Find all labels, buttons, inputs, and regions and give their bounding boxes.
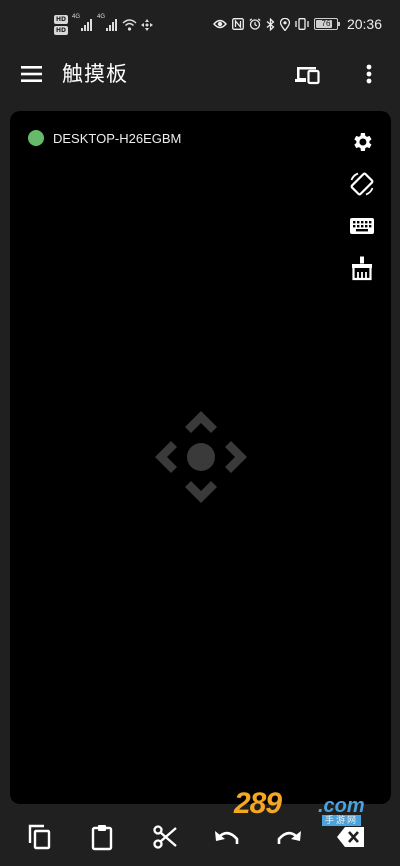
signal-icon bbox=[81, 19, 93, 31]
watermark-number: 289 bbox=[234, 787, 282, 820]
connection-status-dot bbox=[28, 130, 44, 146]
paste-button[interactable] bbox=[87, 822, 117, 852]
more-options-button[interactable] bbox=[356, 59, 382, 89]
status-bar: HD HD 4G 4G 76 20:36 bbox=[0, 0, 400, 46]
keyboard-icon bbox=[350, 218, 374, 234]
wifi-icon bbox=[122, 19, 137, 31]
menu-icon bbox=[21, 66, 42, 82]
settings-button[interactable] bbox=[347, 127, 377, 157]
cut-icon bbox=[153, 825, 177, 849]
devices-button[interactable] bbox=[292, 59, 322, 89]
redo-icon bbox=[277, 831, 301, 844]
rotate-screen-button[interactable] bbox=[347, 169, 377, 199]
network-label: 4G bbox=[97, 14, 106, 20]
alarm-icon bbox=[249, 18, 261, 30]
settings-icon bbox=[354, 133, 372, 151]
paste-icon bbox=[91, 825, 113, 851]
clock: 20:36 bbox=[346, 16, 382, 32]
location-icon bbox=[279, 17, 290, 31]
battery-level: 76 bbox=[321, 19, 331, 28]
connected-device: DESKTOP-H26EGBM bbox=[28, 130, 181, 146]
undo-icon bbox=[215, 831, 239, 844]
watermark-logo: 289 .com 手游网 bbox=[234, 787, 380, 827]
menu-button[interactable] bbox=[18, 60, 46, 88]
nfc-icon bbox=[232, 18, 244, 30]
network-label: 4G bbox=[72, 14, 81, 20]
copy-icon bbox=[28, 824, 51, 850]
app-screen: HD HD 4G 4G 76 20:36 触摸板 DESKTOP-H26EGBM… bbox=[0, 0, 400, 866]
clear-button[interactable] bbox=[347, 253, 377, 283]
screen-rotation-icon bbox=[350, 172, 374, 196]
status-left: HD HD 4G 4G bbox=[54, 12, 154, 38]
app-bar: 触摸板 bbox=[0, 46, 400, 102]
touchpad-tools bbox=[347, 127, 377, 283]
cut-button[interactable] bbox=[150, 822, 180, 852]
keyboard-button[interactable] bbox=[347, 211, 377, 241]
clear-icon bbox=[352, 256, 372, 281]
battery-indicator: 76 bbox=[313, 18, 340, 30]
eye-icon bbox=[213, 19, 227, 29]
move-indicator-icon bbox=[155, 411, 247, 503]
vibrate-icon bbox=[295, 18, 309, 30]
watermark-subtitle: 手游网 bbox=[322, 815, 362, 826]
hd-badge: HD bbox=[54, 15, 69, 24]
signal-icon bbox=[106, 19, 118, 31]
move-status-icon bbox=[141, 19, 154, 31]
backspace-icon bbox=[337, 827, 364, 847]
bluetooth-icon bbox=[266, 17, 275, 31]
status-right: 76 20:36 bbox=[213, 14, 382, 34]
touchpad-surface[interactable]: DESKTOP-H26EGBM bbox=[10, 111, 391, 804]
watermark-domain: .com bbox=[318, 795, 365, 817]
hd-badges: HD HD bbox=[54, 15, 69, 35]
more-vert-icon bbox=[366, 64, 372, 84]
page-title: 触摸板 bbox=[62, 62, 128, 86]
hd-badge: HD bbox=[54, 26, 69, 35]
copy-button[interactable] bbox=[25, 822, 55, 852]
device-name: DESKTOP-H26EGBM bbox=[53, 130, 182, 146]
devices-icon bbox=[295, 67, 320, 85]
